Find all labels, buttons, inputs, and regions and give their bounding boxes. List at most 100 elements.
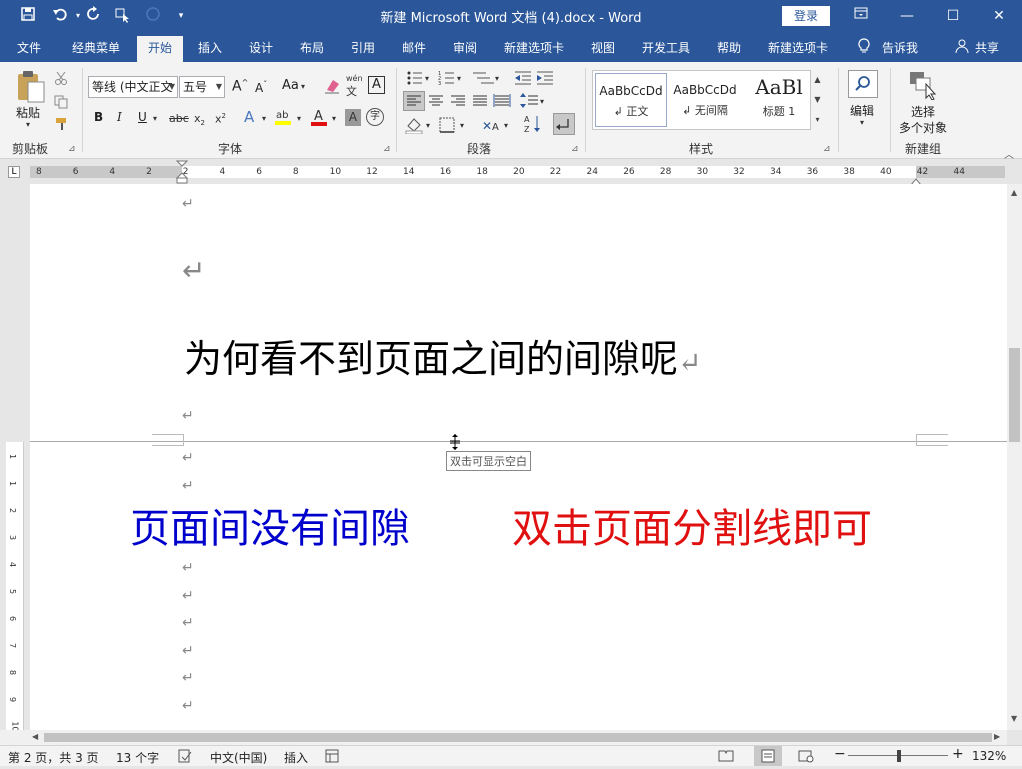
- tab-review[interactable]: 审阅: [453, 39, 477, 56]
- shrink-font-icon[interactable]: Aˇ: [255, 80, 267, 95]
- character-shading-icon[interactable]: A: [345, 109, 361, 126]
- multilevel-list-icon[interactable]: ▾: [472, 70, 502, 90]
- paragraph-launcher-icon[interactable]: ⊿: [571, 144, 579, 154]
- align-left-button[interactable]: [403, 91, 425, 111]
- styles-scroll[interactable]: ▲ ▼ ▾: [810, 70, 824, 130]
- tab-new-tab[interactable]: 新建选项卡: [504, 39, 564, 56]
- tab-mailings[interactable]: 邮件: [402, 39, 426, 56]
- numbering-icon[interactable]: 1 2 3 ▾: [438, 70, 464, 90]
- zoom-slider-thumb[interactable]: [897, 750, 901, 762]
- tab-selector-icon[interactable]: L: [8, 166, 20, 178]
- phonetic-guide-icon[interactable]: wén 文: [346, 74, 363, 99]
- shading-icon[interactable]: ▾: [404, 116, 434, 138]
- close-icon[interactable]: ✕: [976, 0, 1022, 32]
- scroll-down-icon[interactable]: ▼: [1011, 714, 1017, 723]
- highlight-dropdown-icon[interactable]: ▾: [297, 114, 301, 123]
- tab-design[interactable]: 设计: [249, 39, 273, 56]
- word-count[interactable]: 13 个字: [116, 749, 159, 766]
- bullets-icon[interactable]: ▾: [406, 70, 432, 90]
- login-button[interactable]: 登录: [782, 6, 830, 26]
- tab-view[interactable]: 视图: [591, 39, 615, 56]
- style-no-spacing[interactable]: AaBbCcDd ↲ 无间隔: [669, 73, 741, 127]
- select-label[interactable]: 选择: [911, 103, 935, 120]
- change-case-icon[interactable]: Aa: [282, 78, 299, 93]
- maximize-icon[interactable]: ☐: [930, 0, 976, 32]
- right-indent-marker[interactable]: [909, 172, 923, 186]
- tab-home[interactable]: 开始: [148, 39, 172, 56]
- document-area[interactable]: ↵ ↵ 为何看不到页面之间的间隙呢↵ ↵ 双击可显示空白 ↵ ↵ 页面间没有间隙…: [0, 184, 1007, 730]
- ribbon-display-icon[interactable]: [838, 0, 884, 32]
- zoom-level[interactable]: 132%: [972, 749, 1006, 763]
- format-painter-icon[interactable]: [54, 116, 70, 136]
- tab-classic-menu[interactable]: 经典菜单: [72, 39, 120, 56]
- decrease-indent-icon[interactable]: [514, 70, 532, 90]
- print-layout-button[interactable]: [754, 746, 782, 766]
- scroll-right-icon[interactable]: ▶: [994, 732, 1000, 741]
- bold-icon[interactable]: B: [94, 110, 103, 124]
- horizontal-scrollbar[interactable]: ◀ ▶: [0, 730, 1007, 745]
- grow-font-icon[interactable]: A^: [232, 78, 248, 95]
- scroll-thumb[interactable]: [1009, 348, 1020, 442]
- tell-me-search[interactable]: 告诉我: [882, 39, 918, 56]
- read-mode-icon[interactable]: [718, 749, 734, 766]
- increase-indent-icon[interactable]: [536, 70, 554, 90]
- cut-icon[interactable]: [54, 70, 68, 89]
- font-color-dropdown-icon[interactable]: ▾: [332, 114, 336, 123]
- editing-dropdown-icon[interactable]: ▾: [860, 118, 864, 127]
- horizontal-ruler[interactable]: L 8 6 4 2 2 4 6 8 10 12 14 16 18 20 22 24 26 28 30 32 34 36 38…: [0, 160, 1022, 186]
- change-case-dropdown-icon[interactable]: ▾: [301, 82, 305, 91]
- show-marks-button[interactable]: [553, 113, 575, 135]
- enclose-characters-icon[interactable]: 字: [366, 108, 384, 126]
- zoom-in-button[interactable]: +: [952, 746, 964, 762]
- indent-marker[interactable]: [175, 160, 189, 184]
- clear-formatting-icon[interactable]: [323, 78, 341, 98]
- tab-layout[interactable]: 布局: [300, 39, 324, 56]
- tab-insert[interactable]: 插入: [198, 39, 222, 56]
- sort-icon[interactable]: AZ: [524, 114, 542, 138]
- superscript-icon[interactable]: x2: [215, 112, 226, 126]
- copy-icon[interactable]: [54, 94, 68, 113]
- strikethrough-icon[interactable]: abc: [169, 112, 189, 125]
- scroll-left-icon[interactable]: ◀: [32, 732, 38, 741]
- macro-icon[interactable]: [325, 749, 339, 766]
- styles-launcher-icon[interactable]: ⊿: [823, 144, 831, 154]
- highlight-icon[interactable]: ab: [274, 107, 292, 131]
- paste-icon[interactable]: [14, 70, 48, 106]
- tab-help[interactable]: 帮助: [717, 39, 741, 56]
- italic-icon[interactable]: I: [117, 110, 122, 124]
- font-launcher-icon[interactable]: ⊿: [383, 144, 391, 154]
- search-icon[interactable]: [848, 70, 878, 98]
- minimize-icon[interactable]: —: [884, 0, 930, 32]
- insert-mode[interactable]: 插入: [284, 749, 308, 766]
- collapse-ribbon-icon[interactable]: ︿: [1004, 146, 1014, 161]
- scroll-up-icon[interactable]: ▲: [1011, 188, 1017, 197]
- page-count[interactable]: 第 2 页，共 3 页: [8, 749, 99, 766]
- share-button[interactable]: 共享: [975, 39, 999, 56]
- tab-developer[interactable]: 开发工具: [642, 39, 690, 56]
- subscript-icon[interactable]: x2: [194, 112, 205, 127]
- borders-icon[interactable]: ▾: [438, 116, 468, 138]
- style-heading-1[interactable]: AaBl 标题 1: [743, 73, 815, 127]
- select-objects-label[interactable]: 多个对象: [899, 119, 947, 136]
- page[interactable]: ↵ ↵ 为何看不到页面之间的间隙呢↵ ↵ 双击可显示空白 ↵ ↵ 页面间没有间隙…: [30, 184, 1007, 730]
- tab-file[interactable]: 文件: [17, 39, 41, 56]
- paste-dropdown-icon[interactable]: ▾: [26, 120, 30, 129]
- tab-new-tab-2[interactable]: 新建选项卡: [768, 39, 828, 56]
- underline-icon[interactable]: U: [138, 110, 147, 124]
- vertical-ruler[interactable]: 1 1 2 3 4 5 6 7 8 9 10: [6, 442, 24, 730]
- tab-references[interactable]: 引用: [351, 39, 375, 56]
- zoom-out-button[interactable]: −: [834, 746, 846, 762]
- underline-dropdown-icon[interactable]: ▾: [153, 114, 157, 123]
- clipboard-launcher-icon[interactable]: ⊿: [68, 144, 76, 154]
- asian-layout-icon[interactable]: ✕ A ▾: [482, 116, 512, 138]
- language[interactable]: 中文(中国): [210, 749, 267, 766]
- text-effects-icon[interactable]: A: [244, 108, 254, 126]
- line-spacing-icon[interactable]: ▾: [520, 92, 546, 114]
- editing-label[interactable]: 编辑: [850, 102, 874, 119]
- vertical-scrollbar[interactable]: ▲ ▼: [1007, 184, 1022, 730]
- font-size-combo[interactable]: 五号 ▼: [179, 76, 225, 98]
- align-right-icon[interactable]: [448, 92, 468, 114]
- align-center-icon[interactable]: [426, 92, 446, 114]
- web-layout-icon[interactable]: [798, 749, 814, 766]
- justify-icon[interactable]: [470, 92, 490, 114]
